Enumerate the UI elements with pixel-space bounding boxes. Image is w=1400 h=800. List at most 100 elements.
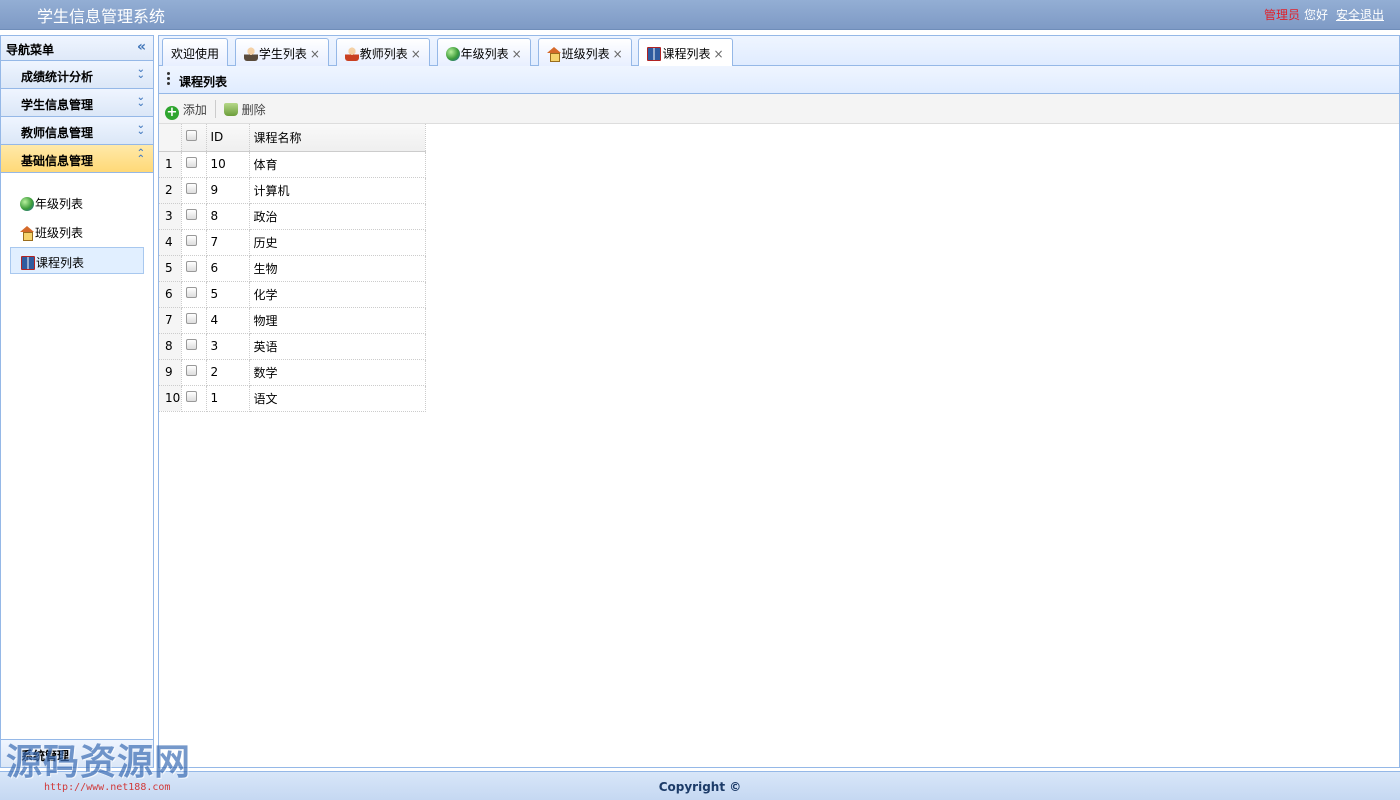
watermark-url: http://www.net188.com xyxy=(44,782,171,793)
nav-title: 导航菜单 xyxy=(6,43,55,57)
row-number: 8 xyxy=(159,333,182,360)
globe-icon xyxy=(445,47,460,61)
student-icon xyxy=(243,47,258,61)
logout-link[interactable]: 安全退出 xyxy=(1336,8,1384,22)
table-row[interactable]: 2 9 计算机 xyxy=(159,177,426,204)
cell-id: 4 xyxy=(206,307,250,334)
house-icon xyxy=(546,47,561,62)
expand-icon: ⌄ ⌄ xyxy=(136,92,145,109)
delete-label: 删除 xyxy=(241,103,266,117)
nav-section-teacher-info[interactable]: 教师信息管理 ⌄ ⌄ xyxy=(1,117,153,145)
row-checkbox[interactable] xyxy=(185,339,197,350)
tab-bar: 欢迎使用 学生列表 × 教师列表 × 年级列表 × 班级列表 × 课程列表 × xyxy=(159,36,1399,67)
globe-icon xyxy=(20,197,34,211)
table-row[interactable]: 7 4 物理 xyxy=(159,307,426,334)
row-checkbox[interactable] xyxy=(185,391,197,402)
cell-course-name: 生物 xyxy=(249,255,426,282)
row-number: 6 xyxy=(159,281,182,308)
nav-item-label: 班级列表 xyxy=(35,226,84,240)
cell-id: 8 xyxy=(206,203,250,230)
cell-course-name: 数学 xyxy=(249,359,426,386)
table-row[interactable]: 6 5 化学 xyxy=(159,281,426,308)
cell-id: 6 xyxy=(206,255,250,282)
cell-id: 9 xyxy=(206,177,250,204)
table-row[interactable]: 9 2 数学 xyxy=(159,359,426,386)
book-icon xyxy=(21,256,35,270)
column-header-id[interactable]: ID xyxy=(206,124,250,152)
tab-label: 欢迎使用 xyxy=(171,47,220,61)
select-all-header xyxy=(181,124,207,152)
delete-button[interactable]: 删除 xyxy=(223,101,266,118)
navigation-panel: 导航菜单 « 成绩统计分析 ⌄ ⌄ 学生信息管理 ⌄ ⌄ 教师信息管理 ⌄ ⌄ 基础信… xyxy=(0,35,154,768)
nav-section-basic-info[interactable]: 基础信息管理 ⌃ ⌃ xyxy=(1,145,153,173)
row-checkbox[interactable] xyxy=(185,235,197,246)
nav-tree: 年级列表 班级列表 课程列表 xyxy=(1,173,153,274)
tab-teacher-list[interactable]: 教师列表 × xyxy=(335,38,430,66)
close-icon[interactable]: × xyxy=(613,47,623,61)
row-select-cell xyxy=(181,229,207,256)
row-select-cell xyxy=(181,255,207,282)
tab-label: 年级列表 xyxy=(460,47,509,61)
nav-section-label: 成绩统计分析 xyxy=(21,70,94,84)
panel-header: 课程列表 xyxy=(159,66,1399,94)
nav-section-label: 学生信息管理 xyxy=(21,98,94,112)
row-checkbox[interactable] xyxy=(185,209,197,220)
table-row[interactable]: 4 7 历史 xyxy=(159,229,426,256)
nav-item-grade-list[interactable]: 年级列表 xyxy=(10,189,144,216)
table-row[interactable]: 1 10 体育 xyxy=(159,151,426,178)
row-checkbox[interactable] xyxy=(185,183,197,194)
row-select-cell xyxy=(181,203,207,230)
tab-grade-list[interactable]: 年级列表 × xyxy=(436,38,531,66)
row-checkbox[interactable] xyxy=(185,313,197,324)
row-checkbox[interactable] xyxy=(185,365,197,376)
cell-id: 3 xyxy=(206,333,250,360)
toolbar-divider xyxy=(214,100,216,118)
row-number: 5 xyxy=(159,255,182,282)
nav-section-grade-stats[interactable]: 成绩统计分析 ⌄ ⌄ xyxy=(1,61,153,89)
nav-section-label: 教师信息管理 xyxy=(21,126,94,140)
book-icon xyxy=(647,47,662,61)
cell-course-name: 政治 xyxy=(249,203,426,230)
close-icon[interactable]: × xyxy=(512,47,522,61)
add-button[interactable]: + 添加 xyxy=(165,101,207,120)
close-icon[interactable]: × xyxy=(713,47,723,61)
table-row[interactable]: 3 8 政治 xyxy=(159,203,426,230)
app-title: 学生信息管理系统 xyxy=(37,7,166,26)
row-number: 7 xyxy=(159,307,182,334)
tab-course-list[interactable]: 课程列表 × xyxy=(638,38,733,67)
row-number: 3 xyxy=(159,203,182,230)
row-select-cell xyxy=(181,385,207,412)
house-icon xyxy=(20,226,34,241)
table-row[interactable]: 5 6 生物 xyxy=(159,255,426,282)
expand-icon: ⌄ ⌄ xyxy=(136,120,145,137)
footer: Copyright © xyxy=(0,771,1400,800)
close-icon[interactable]: × xyxy=(411,47,421,61)
row-number-header xyxy=(159,124,182,152)
tab-class-list[interactable]: 班级列表 × xyxy=(537,38,632,66)
table-row[interactable]: 8 3 英语 xyxy=(159,333,426,360)
cell-course-name: 物理 xyxy=(249,307,426,334)
select-all-checkbox[interactable] xyxy=(185,130,197,142)
row-select-cell xyxy=(181,307,207,334)
nav-header: 导航菜单 « xyxy=(1,36,153,61)
course-table: ID 课程名称 1 10 体育 2 9 计算机 3 8 政治 4 7 历史 5 6 生物 6 5 化学 7 4 物理 8 3… xyxy=(159,124,426,412)
column-header-name[interactable]: 课程名称 xyxy=(249,124,426,152)
row-checkbox[interactable] xyxy=(185,157,197,168)
delete-icon xyxy=(223,103,238,116)
cell-id: 10 xyxy=(206,151,250,178)
tab-welcome[interactable]: 欢迎使用 xyxy=(162,38,229,66)
tab-label: 教师列表 xyxy=(359,47,408,61)
tab-student-list[interactable]: 学生列表 × xyxy=(234,38,329,66)
table-row[interactable]: 10 1 语文 xyxy=(159,385,426,412)
nav-item-course-list[interactable]: 课程列表 xyxy=(10,247,144,274)
row-checkbox[interactable] xyxy=(185,261,197,272)
nav-item-class-list[interactable]: 班级列表 xyxy=(10,218,144,245)
teacher-icon xyxy=(344,47,359,61)
row-number: 4 xyxy=(159,229,182,256)
collapse-left-icon[interactable]: « xyxy=(137,39,146,55)
close-icon[interactable]: × xyxy=(310,47,320,61)
nav-section-student-info[interactable]: 学生信息管理 ⌄ ⌄ xyxy=(1,89,153,117)
row-checkbox[interactable] xyxy=(185,287,197,298)
nav-section-label: 基础信息管理 xyxy=(21,154,94,168)
add-label: 添加 xyxy=(182,103,207,117)
